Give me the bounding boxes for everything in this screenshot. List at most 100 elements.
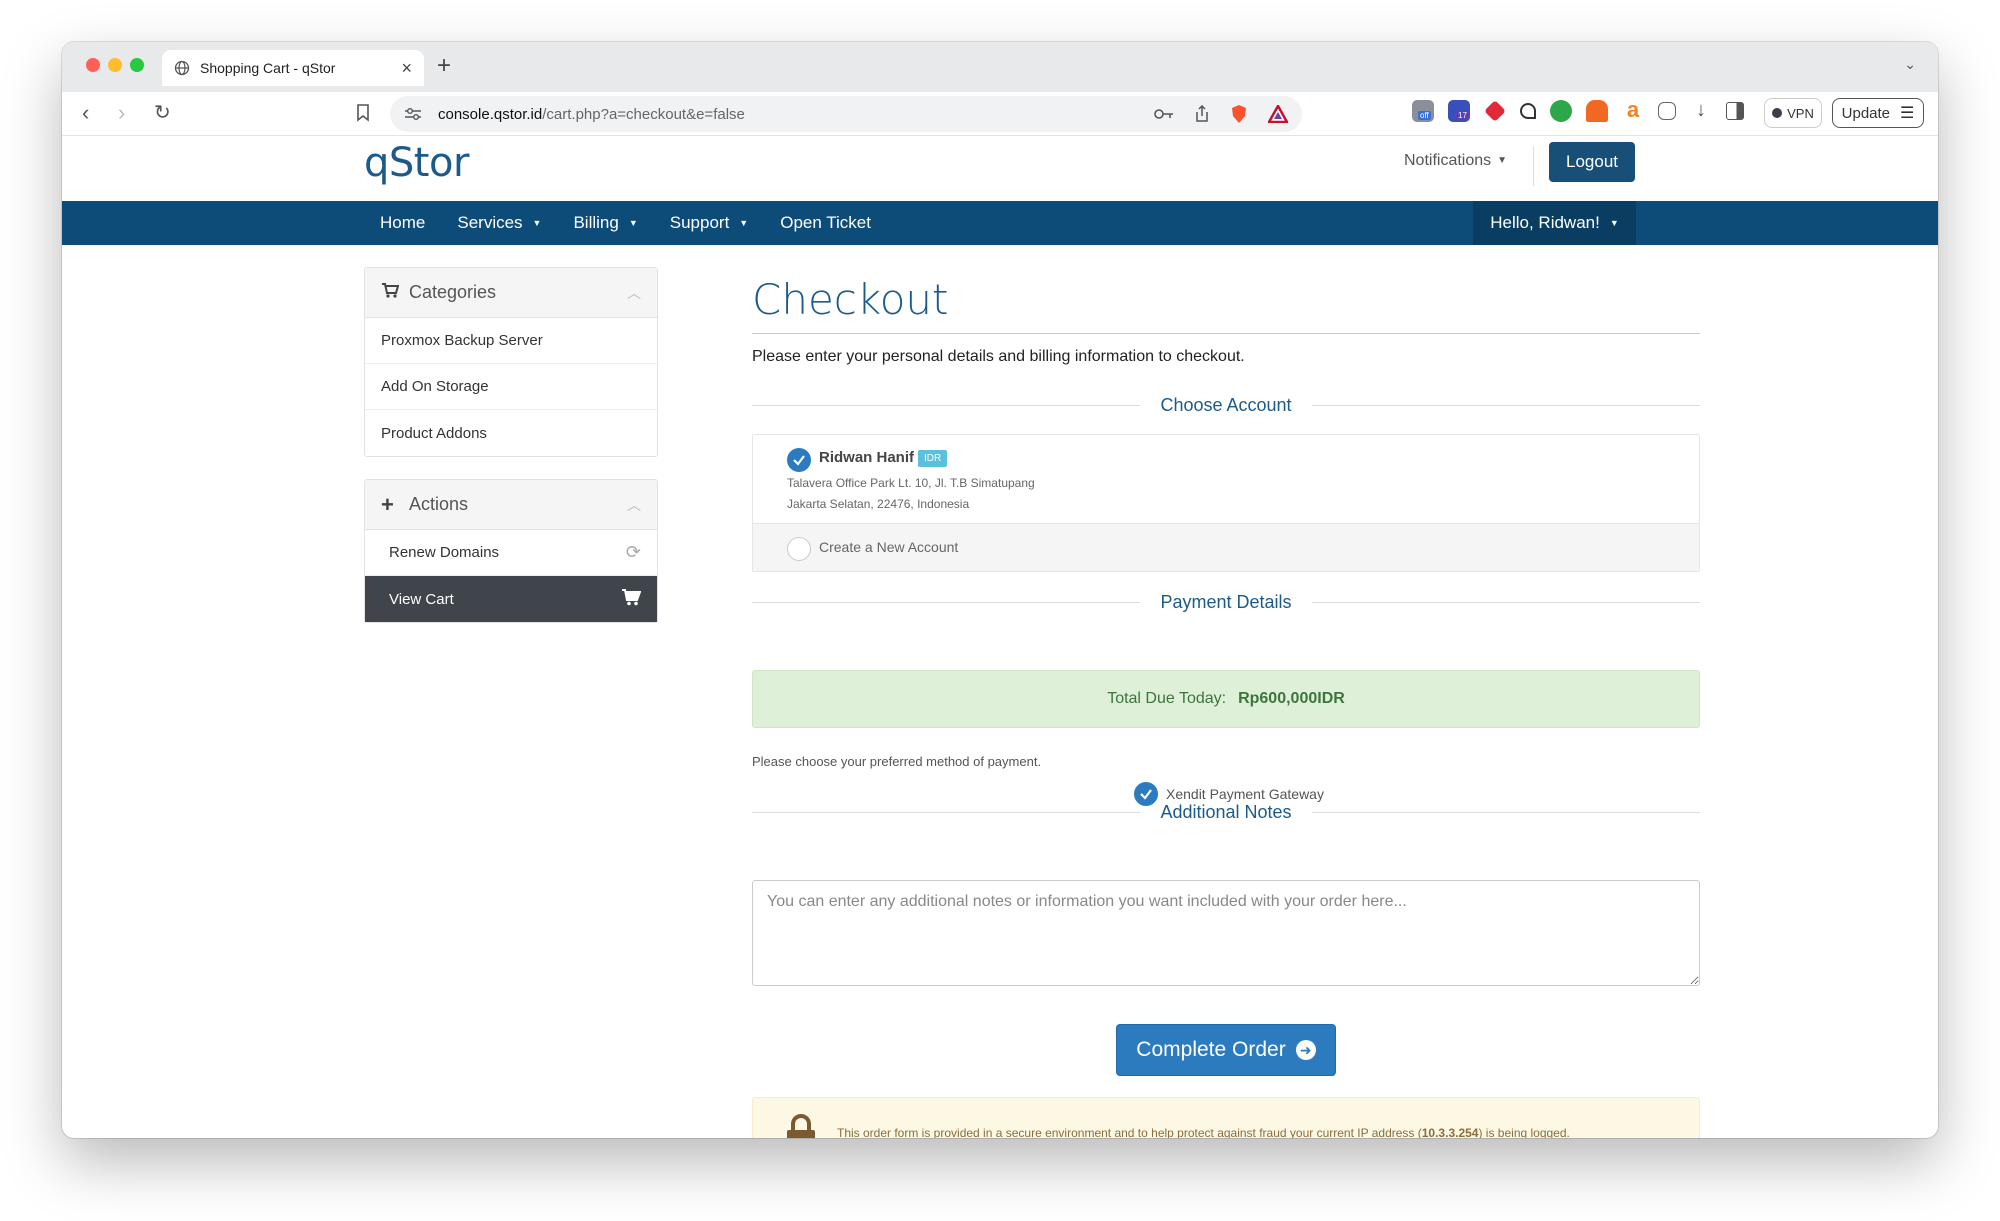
nav-support-label: Support xyxy=(669,213,730,232)
new-tab-icon[interactable]: + xyxy=(437,52,451,80)
close-tab-icon[interactable]: × xyxy=(401,58,412,79)
notes-textarea[interactable] xyxy=(752,880,1700,986)
tab-title: Shopping Cart - qStor xyxy=(200,60,336,76)
nav-services-label: Services xyxy=(457,213,523,232)
nav-open-ticket[interactable]: Open Ticket xyxy=(764,201,887,245)
account-selector: Ridwan Hanif IDR Talavera Office Park Lt.… xyxy=(752,434,1700,572)
categories-header[interactable]: Categories ︿ xyxy=(365,268,657,318)
key-icon[interactable] xyxy=(1154,108,1174,120)
vpn-button[interactable]: VPN xyxy=(1764,98,1822,128)
account-name-text: Ridwan Hanif xyxy=(819,449,915,466)
divider xyxy=(1311,601,1700,603)
browser-toolbar: ‹ › ↻ console.qstor.id /cart.php?a=check… xyxy=(62,92,1938,136)
sidebar-item-view-cart[interactable]: View Cart xyxy=(365,576,657,622)
sidebar-item-label: Product Addons xyxy=(381,424,487,442)
section-title: Additional Notes xyxy=(1160,801,1292,822)
divider xyxy=(752,601,1141,603)
tab-bar: Shopping Cart - qStor × + ⌄ xyxy=(62,42,1938,92)
sidebar-item-label: Renew Domains xyxy=(389,544,500,561)
minimize-window-button[interactable] xyxy=(108,58,122,72)
user-menu-dropdown[interactable]: Hello, Ridwan! ▼ xyxy=(1473,201,1636,245)
extensions-bar: off 17 a ↓ xyxy=(1412,99,1744,122)
divider xyxy=(1311,811,1700,813)
back-icon[interactable]: ‹ xyxy=(82,101,89,125)
total-label: Total Due Today: xyxy=(1107,690,1227,707)
security-text: ) is being logged. xyxy=(1478,1126,1570,1138)
caret-down-icon: ▼ xyxy=(628,218,638,228)
sidebar-item-label: View Cart xyxy=(389,590,454,608)
forward-icon[interactable]: › xyxy=(118,101,125,125)
site-settings-icon[interactable] xyxy=(404,107,422,121)
notifications-label: Notifications xyxy=(1404,152,1492,169)
download-icon[interactable]: ↓ xyxy=(1690,100,1712,122)
sidebar-item-label: Proxmox Backup Server xyxy=(381,332,543,349)
brave-rewards-icon[interactable] xyxy=(1268,105,1288,123)
security-message: This order form is provided in a secure … xyxy=(837,1126,1570,1138)
chevron-up-icon[interactable]: ︿ xyxy=(627,283,641,303)
choose-account-heading: Choose Account xyxy=(752,393,1700,417)
extension-icon[interactable]: 17 xyxy=(1448,100,1470,122)
extension-icon[interactable] xyxy=(1484,100,1506,122)
categories-title: Categories xyxy=(409,282,497,302)
nav-support[interactable]: Support ▼ xyxy=(654,201,764,245)
puzzle-icon[interactable] xyxy=(1658,102,1676,120)
url-domain: console.qstor.id xyxy=(438,105,543,123)
sidebar-item-proxmox-backup-server[interactable]: Proxmox Backup Server xyxy=(365,318,657,364)
extension-icon[interactable]: a xyxy=(1622,99,1644,122)
nav-services[interactable]: Services ▼ xyxy=(441,201,557,245)
chevron-down-icon[interactable]: ⌄ xyxy=(1904,56,1916,73)
nav-billing[interactable]: Billing ▼ xyxy=(557,201,653,245)
sidebar-item-renew-domains[interactable]: Renew Domains ⟳ xyxy=(365,530,657,576)
extension-icon[interactable] xyxy=(1550,100,1572,122)
payment-method-instructions: Please choose your preferred method of p… xyxy=(752,754,1042,769)
categories-panel: Categories ︿ Proxmox Backup Server Add O… xyxy=(364,267,658,457)
notifications-dropdown[interactable]: Notifications ▼ xyxy=(1404,152,1507,170)
total-amount: Rp600,000IDR xyxy=(1238,690,1345,707)
site-header: qStor Notifications ▼ Logout xyxy=(62,136,1938,201)
bookmark-icon[interactable] xyxy=(356,104,370,122)
chevron-up-icon[interactable]: ︿ xyxy=(627,495,641,515)
ip-address: 10.3.3.254 xyxy=(1421,1126,1479,1138)
payment-details-heading: Payment Details xyxy=(752,590,1700,614)
extension-icon[interactable]: off xyxy=(1412,100,1434,122)
account-option-new[interactable]: Create a New Account xyxy=(753,523,1699,571)
nav-home-label: Home xyxy=(380,213,426,232)
extension-badge: 17 xyxy=(1456,111,1469,120)
brave-shield-icon[interactable] xyxy=(1230,104,1248,124)
caret-down-icon: ▼ xyxy=(1497,155,1508,167)
actions-header[interactable]: + Actions ︿ xyxy=(365,480,657,530)
divider xyxy=(752,404,1141,406)
account-option-existing[interactable]: Ridwan Hanif IDR Talavera Office Park Lt.… xyxy=(753,435,1699,523)
sidebar-icon[interactable] xyxy=(1726,102,1744,120)
sidebar-item-add-on-storage[interactable]: Add On Storage xyxy=(365,364,657,410)
site-logo[interactable]: qStor xyxy=(364,140,469,186)
additional-notes-heading: Additional Notes xyxy=(752,800,1700,824)
logout-button[interactable]: Logout xyxy=(1549,142,1635,182)
extension-icon[interactable] xyxy=(1586,100,1608,122)
browser-tab[interactable]: Shopping Cart - qStor × xyxy=(162,50,424,86)
divider xyxy=(752,811,1141,813)
share-icon[interactable] xyxy=(1194,105,1210,123)
close-window-button[interactable] xyxy=(86,58,100,72)
complete-order-button[interactable]: Complete Order ➜ xyxy=(1116,1024,1336,1076)
total-due-alert: Total Due Today: Rp600,000IDR xyxy=(752,670,1700,728)
update-button[interactable]: Update ☰ xyxy=(1832,98,1924,128)
menu-icon: ☰ xyxy=(1900,105,1915,122)
lock-icon xyxy=(787,1114,815,1138)
checked-radio-icon[interactable] xyxy=(787,448,811,472)
globe-icon xyxy=(174,60,190,76)
extension-icon[interactable] xyxy=(1520,103,1536,119)
address-line-1: Talavera Office Park Lt. 10, Jl. T.B Sim… xyxy=(787,476,1035,490)
radio-button[interactable] xyxy=(787,537,811,561)
account-name: Ridwan Hanif IDR xyxy=(819,449,948,467)
sidebar-item-product-addons[interactable]: Product Addons xyxy=(365,410,657,456)
reload-icon[interactable]: ↻ xyxy=(154,101,171,125)
vpn-label: VPN xyxy=(1787,105,1814,121)
cart-icon xyxy=(381,282,401,303)
new-account-label: Create a New Account xyxy=(819,539,959,555)
nav-home[interactable]: Home xyxy=(364,201,441,245)
nav-open-ticket-label: Open Ticket xyxy=(780,213,871,232)
address-bar[interactable]: console.qstor.id /cart.php?a=checkout&e=… xyxy=(390,96,1302,132)
currency-badge: IDR xyxy=(918,449,948,467)
maximize-window-button[interactable] xyxy=(130,58,144,72)
